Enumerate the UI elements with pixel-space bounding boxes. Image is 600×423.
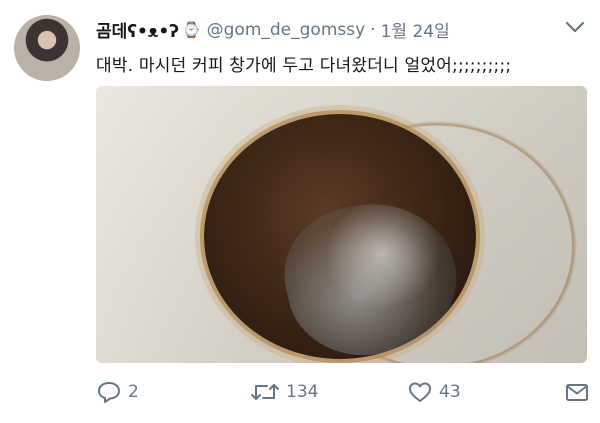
retweet-icon: [251, 384, 279, 400]
display-name[interactable]: 곰데ʕ•ᴥ•ʔ: [96, 22, 179, 42]
separator-dot: ·: [370, 19, 376, 40]
direct-message-button[interactable]: [564, 378, 590, 406]
reply-icon: [98, 382, 120, 403]
tweet-text: 대박. 마시던 커피 창가에 두고 다녀왔더니 얼었어;;;;;;;;;;: [96, 56, 512, 76]
like-count: 43: [439, 382, 461, 402]
watch-icon: ⌚: [181, 20, 201, 39]
heart-icon: [409, 382, 431, 402]
envelope-icon: [566, 384, 588, 401]
reply-button[interactable]: 2: [96, 378, 139, 406]
tweet-date[interactable]: 1월 24일: [381, 22, 450, 42]
retweet-button[interactable]: 134: [250, 378, 318, 406]
chevron-down-icon: [565, 21, 585, 33]
handle[interactable]: @gom_de_gomssy: [207, 20, 366, 40]
retweet-count: 134: [286, 382, 319, 402]
tweet-header: 곰데ʕ•ᴥ•ʔ ⌚ @gom_de_gomssy · 1월 24일: [96, 17, 600, 43]
tweet-photo[interactable]: [96, 86, 587, 363]
avatar[interactable]: [14, 15, 80, 81]
reply-count: 2: [128, 382, 139, 402]
tweet-menu-button[interactable]: [564, 19, 586, 35]
tweet-actions: 2 134 43: [96, 378, 592, 406]
like-button[interactable]: 43: [407, 378, 461, 406]
